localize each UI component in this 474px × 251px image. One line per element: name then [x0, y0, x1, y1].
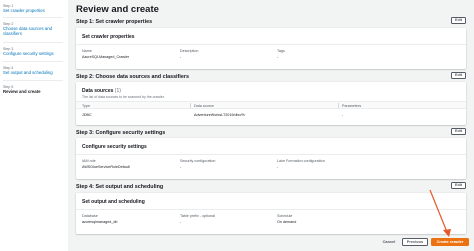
card-title: Set output and scheduling [82, 199, 145, 205]
cell-parameters: - [342, 113, 344, 117]
iam-role-value: AWSGlueServiceRoleDefault [82, 165, 130, 169]
data-sources-title: Data sources [82, 88, 114, 94]
step4-title: Step 4: Set output and scheduling [76, 184, 164, 190]
divider [3, 61, 63, 62]
data-sources-card: Data sources (1) The list of data source… [76, 82, 466, 125]
tags-label: Tags [277, 49, 285, 53]
cell-data-source: AdventureWorksLT2019/dbo/% [194, 113, 245, 117]
main-content: Review and create Step 1: Set crawler pr… [76, 0, 474, 251]
name-value: AzureSQLManaged_Crawler [82, 55, 130, 59]
security-settings-card: Configure security settings IAM role AWS… [76, 138, 466, 179]
column-data-source: Data source [194, 103, 214, 108]
step-link-output-scheduling[interactable]: Set output and scheduling [3, 70, 53, 75]
description-value: - [180, 55, 182, 59]
wizard-sidebar: Step 1 Set crawler properties Step 2 Cho… [0, 0, 68, 251]
column-separator [190, 103, 191, 108]
card-title: Set crawler properties [82, 34, 135, 40]
step2-title: Step 2: Choose data sources and classifi… [76, 74, 189, 80]
previous-button[interactable]: Previous [402, 238, 428, 246]
column-parameters: Parameters [342, 103, 362, 108]
table-header: Type Data source Parameters [76, 101, 466, 109]
step4-header: Step 4: Set output and scheduling Edit [76, 182, 466, 193]
divider [3, 17, 63, 18]
divider [76, 209, 466, 210]
step3-edit-button[interactable]: Edit [451, 128, 466, 135]
description-label: Description [180, 49, 199, 53]
output-scheduling-card: Set output and scheduling Database azure… [76, 193, 466, 234]
crawler-properties-card: Set crawler properties Name AzureSQLMana… [76, 28, 466, 69]
cell-type: JDBC [82, 113, 92, 117]
divider [3, 42, 63, 43]
sidebar-step-4[interactable]: Step 4 Set output and scheduling [3, 66, 53, 75]
table-prefix-label: Table prefix - optional [180, 214, 216, 218]
sidebar-step-2[interactable]: Step 2 Choose data sources and classifie… [3, 22, 65, 37]
sidebar-step-3[interactable]: Step 3 Configure security settings [3, 47, 54, 56]
table-prefix-value: - [180, 220, 182, 224]
step4-edit-button[interactable]: Edit [451, 182, 466, 189]
database-label: Database [82, 214, 98, 218]
column-separator [338, 103, 339, 108]
data-sources-description: The list of data sources to be scanned b… [82, 95, 165, 99]
data-sources-count: (1) [114, 88, 121, 94]
divider [76, 154, 466, 155]
step2-edit-button[interactable]: Edit [451, 72, 466, 79]
sidebar-step-1[interactable]: Step 1 Set crawler properties [3, 4, 45, 13]
page-title: Review and create [76, 4, 159, 15]
sidebar-step-5: Step 5 Review and create [3, 85, 41, 94]
step1-title: Step 1: Set crawler properties [76, 19, 153, 25]
schedule-value: On demand [277, 220, 297, 224]
column-type: Type [82, 103, 90, 108]
step-link-data-sources[interactable]: Choose data sources and classifiers [3, 26, 65, 37]
iam-role-label: IAM role [82, 159, 96, 163]
lake-formation-label: Lake Formation configuration [277, 159, 325, 163]
security-configuration-value: - [180, 165, 182, 169]
step-link-crawler-properties[interactable]: Set crawler properties [3, 8, 45, 13]
card-title: Configure security settings [82, 144, 147, 150]
database-value: azuresqlmanaged_db [82, 220, 118, 224]
name-label: Name [82, 49, 92, 53]
tags-value: - [277, 55, 279, 59]
divider [76, 44, 466, 45]
step1-edit-button[interactable]: Edit [451, 17, 466, 24]
create-crawler-button[interactable]: Create crawler [431, 238, 469, 246]
divider [3, 80, 63, 81]
card-title: Data sources (1) [82, 88, 121, 94]
step-current-review: Review and create [3, 89, 41, 94]
schedule-label: Schedule [277, 214, 293, 218]
step1-header: Step 1: Set crawler properties Edit [76, 17, 466, 28]
step3-title: Step 3: Configure security settings [76, 130, 166, 136]
security-configuration-label: Security configuration [180, 159, 216, 163]
step-link-security-settings[interactable]: Configure security settings [3, 51, 54, 56]
lake-formation-value: - [277, 165, 279, 169]
cancel-button[interactable]: Cancel [380, 238, 398, 246]
